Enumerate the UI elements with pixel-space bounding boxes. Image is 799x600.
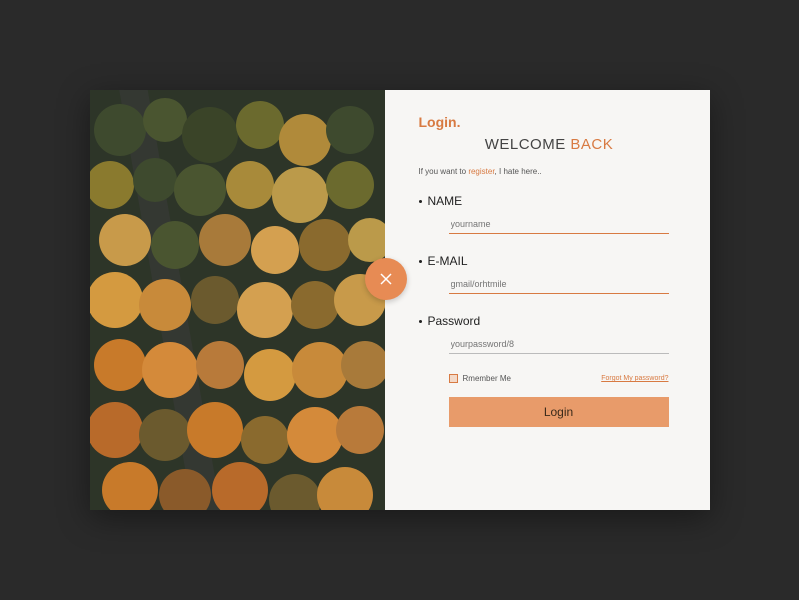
remember-row: Rmember Me Forgot My password?: [449, 374, 669, 383]
close-icon: [379, 272, 393, 286]
remember-label: Rmember Me: [463, 374, 511, 383]
name-label: NAME: [419, 194, 680, 208]
hint-pre: If you want to: [419, 167, 469, 176]
remember-me[interactable]: Rmember Me: [449, 374, 511, 383]
hint-post: , I hate here..: [495, 167, 542, 176]
email-input[interactable]: [449, 275, 669, 294]
hero-image: [90, 90, 385, 510]
name-field-group: NAME: [419, 194, 680, 234]
password-field-group: Password: [419, 314, 680, 354]
name-input[interactable]: [449, 215, 669, 234]
welcome-text-b: BACK: [570, 136, 613, 153]
login-button[interactable]: Login: [449, 397, 669, 427]
welcome-text-a: WELCOME: [485, 136, 571, 153]
password-input[interactable]: [449, 335, 669, 354]
brand-title: Login.: [419, 114, 680, 130]
register-hint: If you want to register, I hate here..: [419, 167, 680, 176]
login-form: Login. WELCOME BACK If you want to regis…: [385, 90, 710, 510]
close-button[interactable]: [365, 258, 407, 300]
password-label: Password: [419, 314, 680, 328]
checkbox-icon: [449, 374, 458, 383]
forgot-password-link[interactable]: Forgot My password?: [601, 375, 668, 382]
register-link[interactable]: register: [468, 167, 494, 176]
email-label: E-MAIL: [419, 254, 680, 268]
welcome-heading: WELCOME BACK: [419, 136, 680, 153]
login-card: Login. WELCOME BACK If you want to regis…: [90, 90, 710, 510]
email-field-group: E-MAIL: [419, 254, 680, 294]
